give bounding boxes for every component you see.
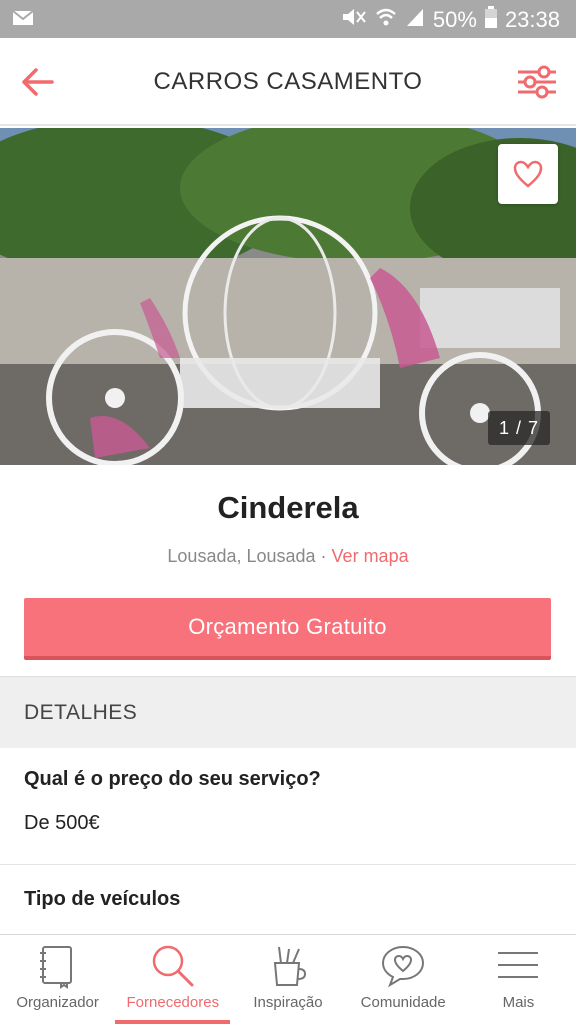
notebook-icon — [35, 943, 81, 989]
nav-item-mais[interactable]: Mais — [461, 935, 576, 1024]
battery-icon — [484, 6, 497, 34]
details-section-header: DETALHES — [0, 676, 576, 748]
clock: 23:38 — [504, 7, 560, 32]
wifi-icon — [375, 6, 397, 34]
mute-icon — [341, 6, 367, 34]
page-title: CARROS CASAMENTO — [153, 68, 423, 95]
nav-item-fornecedores[interactable]: Fornecedores — [115, 935, 231, 1024]
chat-heart-icon — [380, 943, 426, 989]
menu-icon — [495, 943, 541, 989]
mail-icon — [12, 10, 34, 31]
vendor-name: Cinderela — [217, 490, 359, 525]
vehicle-type-question: Tipo de veículos — [24, 888, 181, 910]
brush-cup-icon — [265, 943, 311, 989]
heart-icon — [513, 160, 543, 188]
battery-percent: 50% — [432, 7, 477, 32]
nav-item-organizador[interactable]: Organizador — [0, 935, 115, 1024]
vendor-photo-gallery[interactable]: 1 / 7 — [0, 128, 576, 465]
nav-label: Comunidade — [360, 994, 446, 1011]
filter-sliders-icon[interactable] — [516, 64, 558, 100]
location-separator: · — [315, 546, 332, 566]
nav-item-inspiracao[interactable]: Inspiração — [230, 935, 345, 1024]
bottom-navigation: Organizador Fornecedores Inspiração Comu… — [0, 934, 576, 1024]
location-text: Lousada, Lousada — [167, 546, 316, 566]
view-map-link[interactable]: Ver mapa — [332, 546, 409, 566]
favorite-button[interactable] — [498, 144, 558, 204]
nav-label: Fornecedores — [126, 994, 220, 1011]
photo-counter: 1 / 7 — [488, 411, 550, 445]
signal-icon — [405, 7, 425, 33]
app-bar: CARROS CASAMENTO — [0, 38, 576, 126]
details-card: Qual é o preço do seu serviço? De 500€ T… — [0, 748, 576, 934]
nav-label: Mais — [502, 994, 535, 1011]
price-answer: De 500€ — [24, 812, 100, 834]
status-bar: 50% 23:38 — [0, 0, 576, 38]
vendor-location: Lousada, Lousada · Ver mapa — [0, 546, 576, 567]
nav-item-comunidade[interactable]: Comunidade — [346, 935, 461, 1024]
divider — [0, 864, 576, 865]
nav-label: Inspiração — [253, 994, 323, 1011]
free-quote-button[interactable]: Orçamento Gratuito — [24, 598, 551, 660]
search-icon — [150, 943, 196, 989]
nav-label: Organizador — [16, 994, 99, 1011]
details-heading: DETALHES — [24, 701, 138, 724]
price-question: Qual é o preço do seu serviço? — [24, 768, 321, 790]
